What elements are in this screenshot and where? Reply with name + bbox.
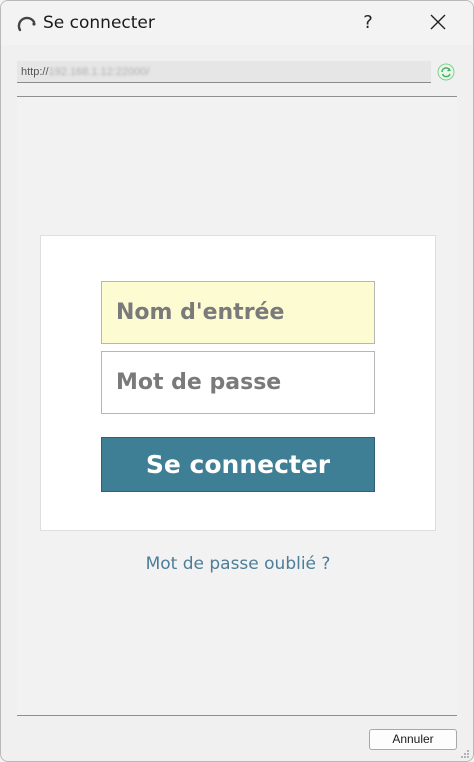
divider-bottom: [17, 715, 457, 716]
cancel-button[interactable]: Annuler: [369, 729, 457, 750]
app-logo-icon: [17, 16, 36, 32]
refresh-icon: [437, 63, 455, 81]
title-bar: Se connecter ?: [1, 1, 473, 45]
login-button[interactable]: Se connecter: [101, 437, 375, 492]
login-dialog: Se connecter ? http://192.168.1.12:22000…: [0, 0, 474, 762]
url-prefix: http://: [21, 66, 49, 78]
username-input[interactable]: [101, 281, 375, 344]
help-button[interactable]: ?: [353, 9, 383, 37]
close-icon: [430, 14, 446, 30]
resize-grip-icon[interactable]: [460, 749, 470, 759]
window-title: Se connecter: [43, 13, 155, 33]
url-host-blurred: 192.168.1.12:22000/: [48, 66, 150, 78]
close-button[interactable]: [421, 9, 455, 37]
password-input[interactable]: [101, 351, 375, 414]
address-bar[interactable]: http://192.168.1.12:22000/: [17, 61, 431, 83]
forgot-password-link[interactable]: Mot de passe oublié ?: [1, 554, 473, 574]
refresh-button[interactable]: [436, 62, 456, 82]
